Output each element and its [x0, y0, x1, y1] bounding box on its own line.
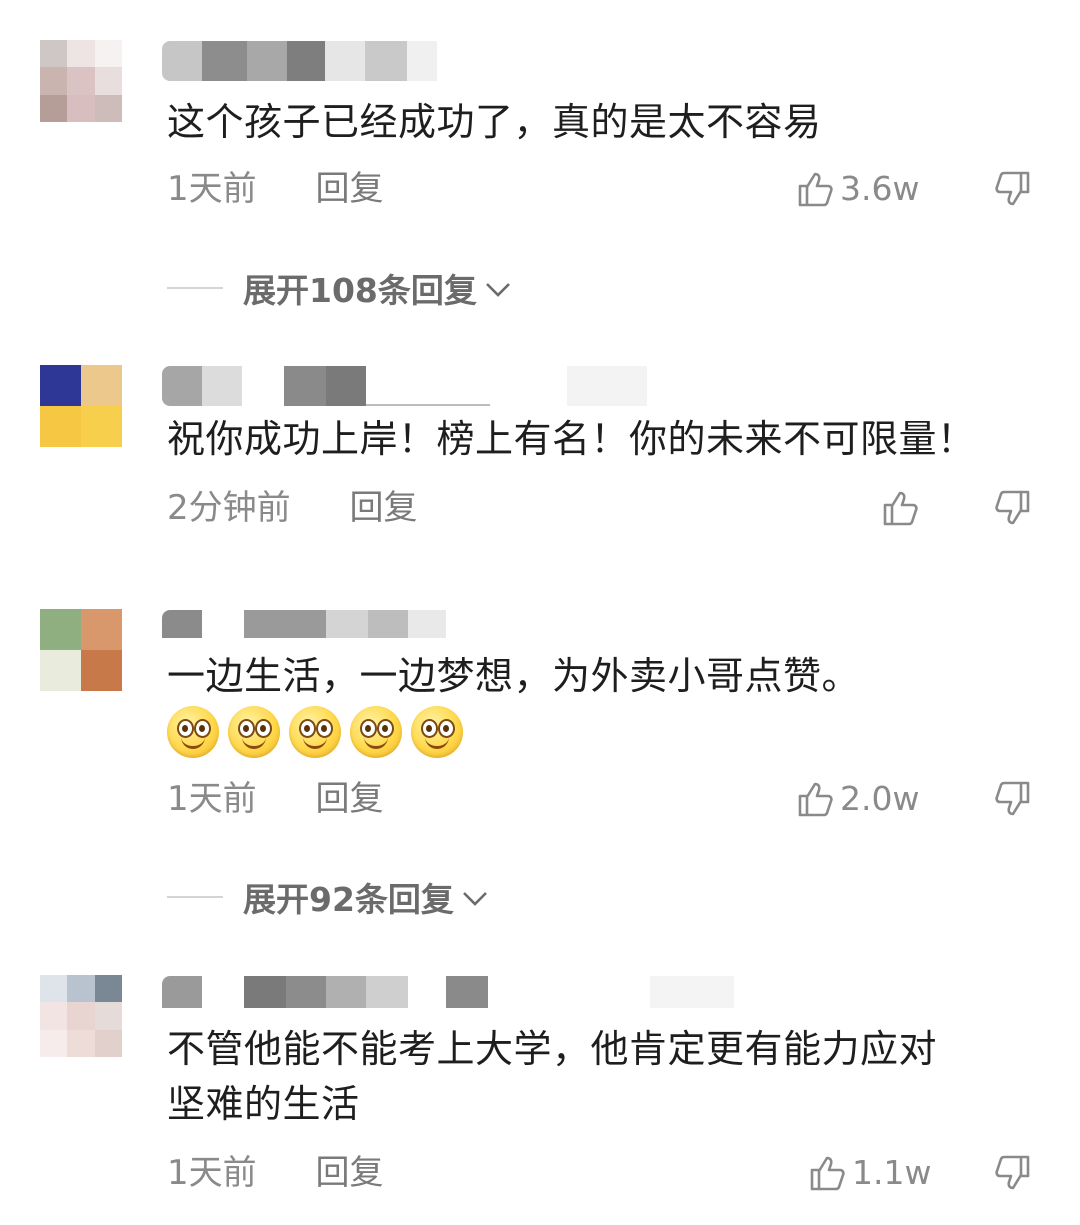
expand-replies-button[interactable]: 展开108条回复 — [167, 265, 513, 311]
comment-text: 不管他能不能考上大学，他肯定更有能力应对 — [167, 1027, 938, 1071]
username-redacted[interactable] — [162, 976, 762, 1008]
smiley-emoji — [411, 706, 463, 758]
username-redacted[interactable] — [162, 610, 462, 638]
like-button[interactable]: 3.6w — [796, 166, 919, 212]
chevron-down-icon — [483, 269, 513, 308]
like-count: 1.1w — [852, 1153, 932, 1192]
comment-text: 这个孩子已经成功了，真的是太不容易 — [167, 100, 822, 144]
comment-time: 1天前 — [167, 1153, 257, 1193]
smiley-emoji — [228, 706, 280, 758]
comment-time: 1天前 — [167, 779, 257, 819]
avatar[interactable] — [40, 609, 122, 691]
expand-replies-label: 展开92条回复 — [243, 880, 454, 919]
thumbs-down-icon — [992, 779, 1032, 819]
smiley-emoji — [167, 706, 219, 758]
reply-button[interactable]: 回复 — [315, 1150, 383, 1196]
dislike-button[interactable] — [992, 485, 1032, 531]
avatar[interactable] — [40, 975, 122, 1057]
thumbs-up-icon — [796, 169, 836, 209]
dislike-button[interactable] — [992, 166, 1032, 212]
comment-text: 祝你成功上岸！榜上有名！你的未来不可限量！ — [167, 417, 976, 461]
expand-replies-label: 展开108条回复 — [243, 271, 477, 310]
dislike-button[interactable] — [992, 776, 1032, 822]
avatar[interactable] — [40, 40, 122, 122]
comment-time: 1天前 — [167, 169, 257, 209]
comment-meta: 1天前 回复 — [167, 776, 383, 822]
comment-meta: 1天前 回复 — [167, 1150, 383, 1196]
like-button[interactable] — [881, 485, 925, 531]
comment-text-line2: 坚难的生活 — [167, 1082, 360, 1126]
reply-button[interactable]: 回复 — [315, 166, 383, 212]
expand-divider — [167, 287, 223, 289]
expand-divider — [167, 896, 223, 898]
comment-time: 2分钟前 — [167, 488, 291, 528]
username-redacted[interactable] — [162, 366, 662, 406]
reply-button[interactable]: 回复 — [349, 485, 417, 531]
chevron-down-icon — [460, 878, 490, 917]
comment-meta: 2分钟前 回复 — [167, 485, 417, 531]
comment-meta: 1天前 回复 — [167, 166, 383, 212]
thumbs-down-icon — [992, 1153, 1032, 1193]
expand-replies-button[interactable]: 展开92条回复 — [167, 874, 490, 920]
avatar[interactable] — [40, 365, 122, 447]
thumbs-up-icon — [881, 488, 921, 528]
thumbs-down-icon — [992, 169, 1032, 209]
like-count: 2.0w — [840, 779, 920, 818]
dislike-button[interactable] — [992, 1150, 1032, 1196]
reply-button[interactable]: 回复 — [315, 776, 383, 822]
like-count: 3.6w — [840, 169, 920, 208]
smiley-emoji — [289, 706, 341, 758]
thumbs-up-icon — [808, 1153, 848, 1193]
comment-text: 一边生活，一边梦想，为外卖小哥点赞。 — [167, 654, 861, 698]
thumbs-down-icon — [992, 488, 1032, 528]
thumbs-up-icon — [796, 779, 836, 819]
emoji-row — [167, 706, 463, 758]
username-redacted[interactable] — [162, 41, 442, 81]
like-button[interactable]: 2.0w — [796, 776, 919, 822]
smiley-emoji — [350, 706, 402, 758]
like-button[interactable]: 1.1w — [808, 1150, 931, 1196]
